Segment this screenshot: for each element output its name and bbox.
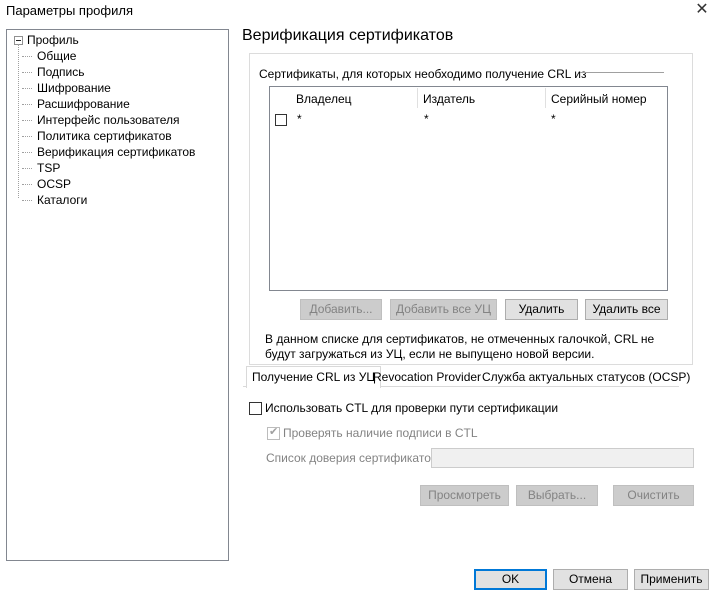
cell-owner: *: [297, 112, 302, 126]
tree-item-cert-verification[interactable]: Верификация сертификатов: [22, 144, 198, 160]
tree-root[interactable]: Профиль: [14, 33, 79, 47]
add-button[interactable]: Добавить...: [300, 299, 382, 320]
cancel-button[interactable]: Отмена: [553, 569, 628, 590]
column-issuer[interactable]: Издатель: [423, 92, 475, 106]
tree-item-encryption[interactable]: Шифрование: [22, 80, 113, 96]
tree-item-user-interface[interactable]: Интерфейс пользователя: [22, 112, 182, 128]
tree-connector: [18, 44, 19, 198]
tab-crl-from-ca[interactable]: Получение CRL из УЦ: [246, 366, 382, 388]
certificate-list[interactable]: [269, 86, 668, 291]
page-title: Верификация сертификатов: [242, 27, 454, 44]
view-button[interactable]: Просмотреть: [420, 485, 509, 506]
remove-all-button[interactable]: Удалить все: [585, 299, 668, 320]
remove-button[interactable]: Удалить: [505, 299, 578, 320]
select-button[interactable]: Выбрать...: [516, 485, 598, 506]
verify-ctl-signature-label: Проверять наличие подписи в CTL: [283, 426, 478, 440]
tree-item-ocsp[interactable]: OCSP: [22, 176, 73, 192]
column-divider[interactable]: [417, 88, 418, 108]
tab-ocsp-service[interactable]: Служба актуальных статусов (OCSP): [477, 367, 695, 387]
ok-button[interactable]: OK: [474, 569, 547, 590]
profile-tree: Профиль Общие Подпись Шифрование Расшифр…: [6, 29, 229, 561]
use-ctl-label: Использовать CTL для проверки пути серти…: [265, 401, 559, 415]
info-note: В данном списке для сертификатов, не отм…: [265, 332, 655, 361]
use-ctl-checkbox[interactable]: [249, 402, 262, 415]
window-title: Параметры профиля: [6, 3, 133, 18]
clear-button[interactable]: Очистить: [613, 485, 694, 506]
add-all-ca-button[interactable]: Добавить все УЦ: [390, 299, 497, 320]
trust-list-field[interactable]: [431, 448, 694, 468]
tree-item-cert-policy[interactable]: Политика сертификатов: [22, 128, 174, 144]
tree-item-catalogs[interactable]: Каталоги: [22, 192, 89, 208]
cell-issuer: *: [424, 112, 429, 126]
tree-item-decryption[interactable]: Расшифрование: [22, 96, 132, 112]
crl-group-caption: Сертификаты, для которых необходимо полу…: [259, 67, 587, 81]
trust-list-label: Список доверия сертификатов:: [266, 451, 441, 465]
checkmark-icon: ✔: [269, 426, 279, 438]
cell-serial: *: [551, 112, 556, 126]
tree-item-tsp[interactable]: TSP: [22, 160, 62, 176]
close-icon[interactable]: ✕: [688, 0, 716, 20]
caption-divider: [580, 72, 664, 73]
column-serial[interactable]: Серийный номер: [551, 92, 647, 106]
row-checkbox[interactable]: [275, 114, 287, 126]
tree-root-label: Профиль: [27, 33, 79, 47]
column-divider[interactable]: [545, 88, 546, 108]
apply-button[interactable]: Применить: [634, 569, 709, 590]
column-owner[interactable]: Владелец: [296, 92, 352, 106]
verify-ctl-signature-checkbox[interactable]: ✔: [267, 426, 280, 440]
tree-item-signature[interactable]: Подпись: [22, 64, 87, 80]
tree-item-general[interactable]: Общие: [22, 48, 78, 64]
tab-revocation-provider[interactable]: Revocation Provider: [368, 367, 486, 387]
